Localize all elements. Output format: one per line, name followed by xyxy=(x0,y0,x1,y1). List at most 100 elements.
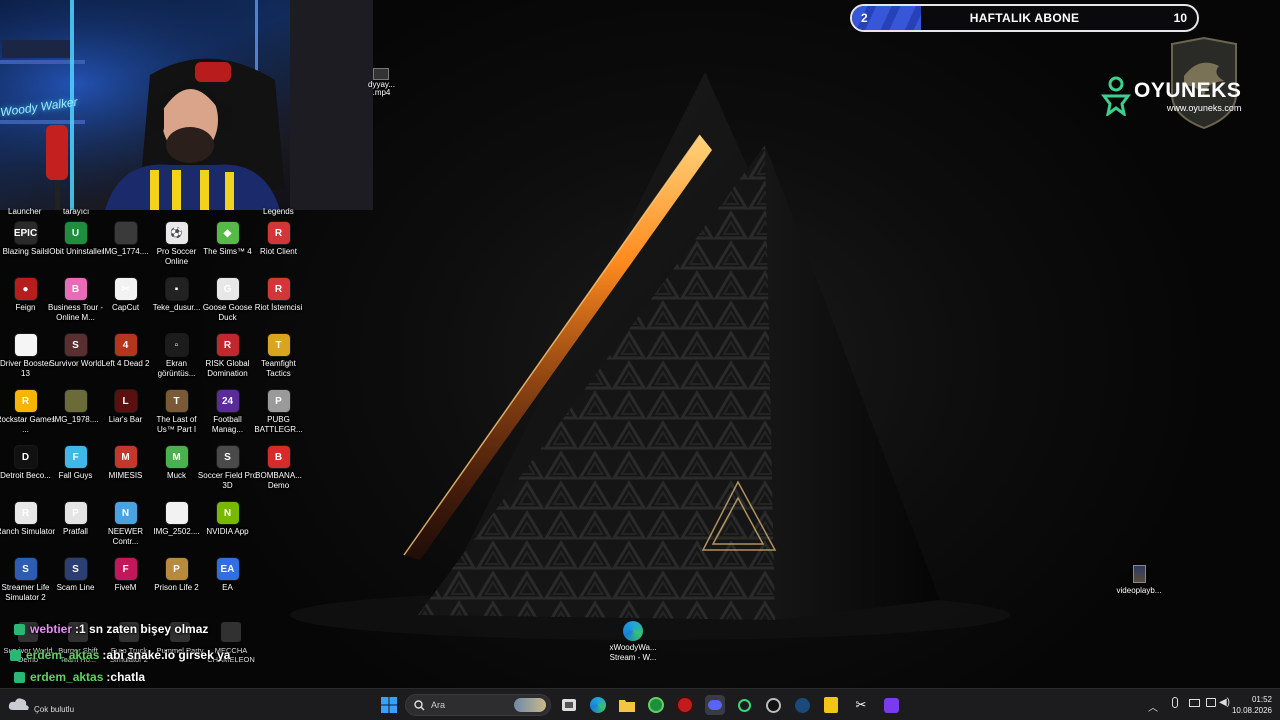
desktop-icon[interactable]: F Fall Guys xyxy=(50,446,101,498)
task-view-button[interactable] xyxy=(560,696,578,714)
desktop-icon[interactable]: N NVIDIA App xyxy=(202,502,253,554)
desktop-icon[interactable]: T Teamfight Tactics xyxy=(253,334,304,386)
cloud-icon xyxy=(8,697,29,710)
desktop-icon[interactable]: IMG_1978.... xyxy=(50,390,101,442)
desktop-icon[interactable]: R Ranch Simulator xyxy=(0,502,55,554)
desktop-icon[interactable]: M Muck xyxy=(151,446,202,498)
clock-time: 01:52 xyxy=(1251,695,1272,704)
neewer-icon: N xyxy=(114,502,137,524)
desktop-icon[interactable]: IMG_1774.... xyxy=(100,222,151,274)
desktop-icon[interactable]: R Rockstar Games ... xyxy=(0,390,55,442)
desktop-icon-mp4[interactable]: dyyay... .mp4 xyxy=(368,68,395,98)
taskbar-clock[interactable]: 01:52 10.08.2026 xyxy=(1232,694,1272,716)
desktop-icon[interactable]: B Business Tour - Online M... xyxy=(48,278,103,330)
desktop-icon[interactable]: ✂ CapCut xyxy=(100,278,151,330)
scam-line-icon: S xyxy=(64,558,87,580)
fivem-icon: F xyxy=(114,558,137,580)
desktop-icon[interactable]: Driver Booster 13 xyxy=(0,334,51,386)
desktop-icon[interactable]: P Pratfall xyxy=(50,502,101,554)
image-file-icon xyxy=(114,222,137,244)
desktop-icon[interactable]: B BOMBANA... Demo xyxy=(253,446,304,498)
pro-soccer-icon: ⚽ xyxy=(165,222,188,244)
clock-date: 10.08.2026 xyxy=(1231,706,1272,715)
image-file-icon xyxy=(165,502,188,524)
purple-grid-icon xyxy=(883,697,899,713)
desktop-icon[interactable]: S Survivor World xyxy=(49,334,102,386)
microphone-icon[interactable] xyxy=(1172,697,1178,708)
desktop-icon[interactable]: P PUBG BATTLEGR... xyxy=(253,390,304,442)
desktop-icon[interactable]: EPIC Blazing Sails xyxy=(0,222,51,274)
desktop-icon[interactable]: D Detroit Beco... xyxy=(0,446,51,498)
desktop-icon[interactable]: R RISK Global Domination xyxy=(202,334,253,386)
taskbar-iobit[interactable] xyxy=(647,696,665,714)
desktop-icon[interactable]: S Soccer Field Pro 3D xyxy=(198,446,257,498)
taskbar-steam[interactable] xyxy=(793,696,811,714)
desktop-icon-videoplayback[interactable]: videoplayb... xyxy=(1113,565,1165,596)
tft-icon: T xyxy=(267,334,290,356)
app-icon xyxy=(221,622,241,642)
liars-bar-icon: L xyxy=(114,390,137,412)
taskbar-purple-app[interactable] xyxy=(882,696,900,714)
video-file-icon xyxy=(373,68,390,80)
desktop-icon[interactable]: 4 Left 4 Dead 2 xyxy=(100,334,151,386)
desktop-icon[interactable]: M MIMESIS xyxy=(100,446,151,498)
desktop-icon[interactable]: EA EA xyxy=(202,558,253,610)
desktop-icon-edge-stream[interactable]: xWoodyWa... Stream - W... xyxy=(604,621,662,663)
desktop-icon[interactable]: S Streamer Life Simulator 2 xyxy=(0,558,51,610)
taskbar-capcut[interactable]: ✂ xyxy=(852,696,870,714)
edge-icon xyxy=(623,621,643,641)
desktop-icon[interactable]: R Riot İstemcisi xyxy=(253,278,304,330)
desktop-icon[interactable]: U IObit Uninstaller xyxy=(47,222,104,274)
video-thumbnail-icon xyxy=(1132,565,1146,583)
taskbar-edge[interactable] xyxy=(589,696,607,714)
taskbar-yellow-app[interactable] xyxy=(822,696,840,714)
desktop-icon[interactable]: IMG_2502.... xyxy=(151,502,202,554)
display-icon[interactable] xyxy=(1189,699,1200,707)
taskbar-red-app[interactable] xyxy=(676,696,694,714)
task-view-icon xyxy=(562,699,576,711)
desktop-icon-label: Riot İstemcisi xyxy=(254,303,303,312)
start-button[interactable] xyxy=(380,696,398,714)
pubg-icon: P xyxy=(267,390,290,412)
partial-label-legends: Legends xyxy=(263,207,294,216)
desktop-icon[interactable]: T The Last of Us™ Part I xyxy=(151,390,202,442)
show-hidden-icons[interactable]: ︿ xyxy=(1148,699,1158,714)
taskbar: Çok bulutlu Ara ✂ ︿ ◀) 01:52 10.08.2026 xyxy=(0,688,1280,720)
survivor-icon: S xyxy=(64,334,87,356)
desktop-icon[interactable]: R Riot Client xyxy=(253,222,304,274)
weather-widget[interactable]: Çok bulutlu xyxy=(8,693,74,714)
pratfall-icon: P xyxy=(64,502,87,524)
desktop-icon[interactable]: ● Feign xyxy=(0,278,51,330)
desktop-icon-label: PUBG BATTLEGR... xyxy=(254,415,303,434)
desktop-icon[interactable]: P Prison Life 2 xyxy=(151,558,202,610)
desktop-icon-label: NVIDIA App xyxy=(206,527,249,536)
chat-badge-icon xyxy=(14,671,25,683)
sims-icon: ◆ xyxy=(216,222,239,244)
network-icon[interactable] xyxy=(1206,698,1216,707)
taskbar-discord[interactable] xyxy=(705,695,725,715)
desktop-icon[interactable]: G Goose Goose Duck xyxy=(202,278,253,330)
taskbar-search-box[interactable]: Ara xyxy=(405,694,551,716)
feign-icon: ● xyxy=(14,278,37,300)
epic-games-icon: EPIC xyxy=(14,222,37,244)
desktop-icon-label: Riot Client xyxy=(260,247,297,256)
taskbar-obs[interactable] xyxy=(764,696,782,714)
iobit-icon: U xyxy=(64,222,87,244)
search-highlight-icon xyxy=(514,698,546,712)
taskbar-file-explorer[interactable] xyxy=(618,696,636,714)
screenshot-icon: ▫ xyxy=(165,334,188,356)
desktop-icon[interactable]: L Liar's Bar xyxy=(100,390,151,442)
folder-icon xyxy=(619,700,635,712)
chat-username: erdem_aktas xyxy=(30,670,104,684)
taskbar-green-app[interactable] xyxy=(735,696,753,714)
desktop-icon[interactable]: F FiveM xyxy=(100,558,151,610)
bombana-icon: B xyxy=(267,446,290,468)
desktop-icon[interactable]: ▫ Ekran görüntüs... xyxy=(151,334,202,386)
desktop-icon[interactable]: ◆ The Sims™ 4 xyxy=(202,222,253,274)
desktop-icon[interactable]: ▪ Teke_dusur... xyxy=(151,278,202,330)
desktop-icon[interactable]: S Scam Line xyxy=(50,558,101,610)
volume-icon[interactable]: ◀) xyxy=(1219,697,1230,708)
desktop-icon[interactable]: 24 Football Manag... xyxy=(202,390,253,442)
desktop-icon[interactable]: N NEEWER Contr... xyxy=(100,502,151,554)
desktop-icon[interactable]: ⚽ Pro Soccer Online xyxy=(151,222,202,274)
